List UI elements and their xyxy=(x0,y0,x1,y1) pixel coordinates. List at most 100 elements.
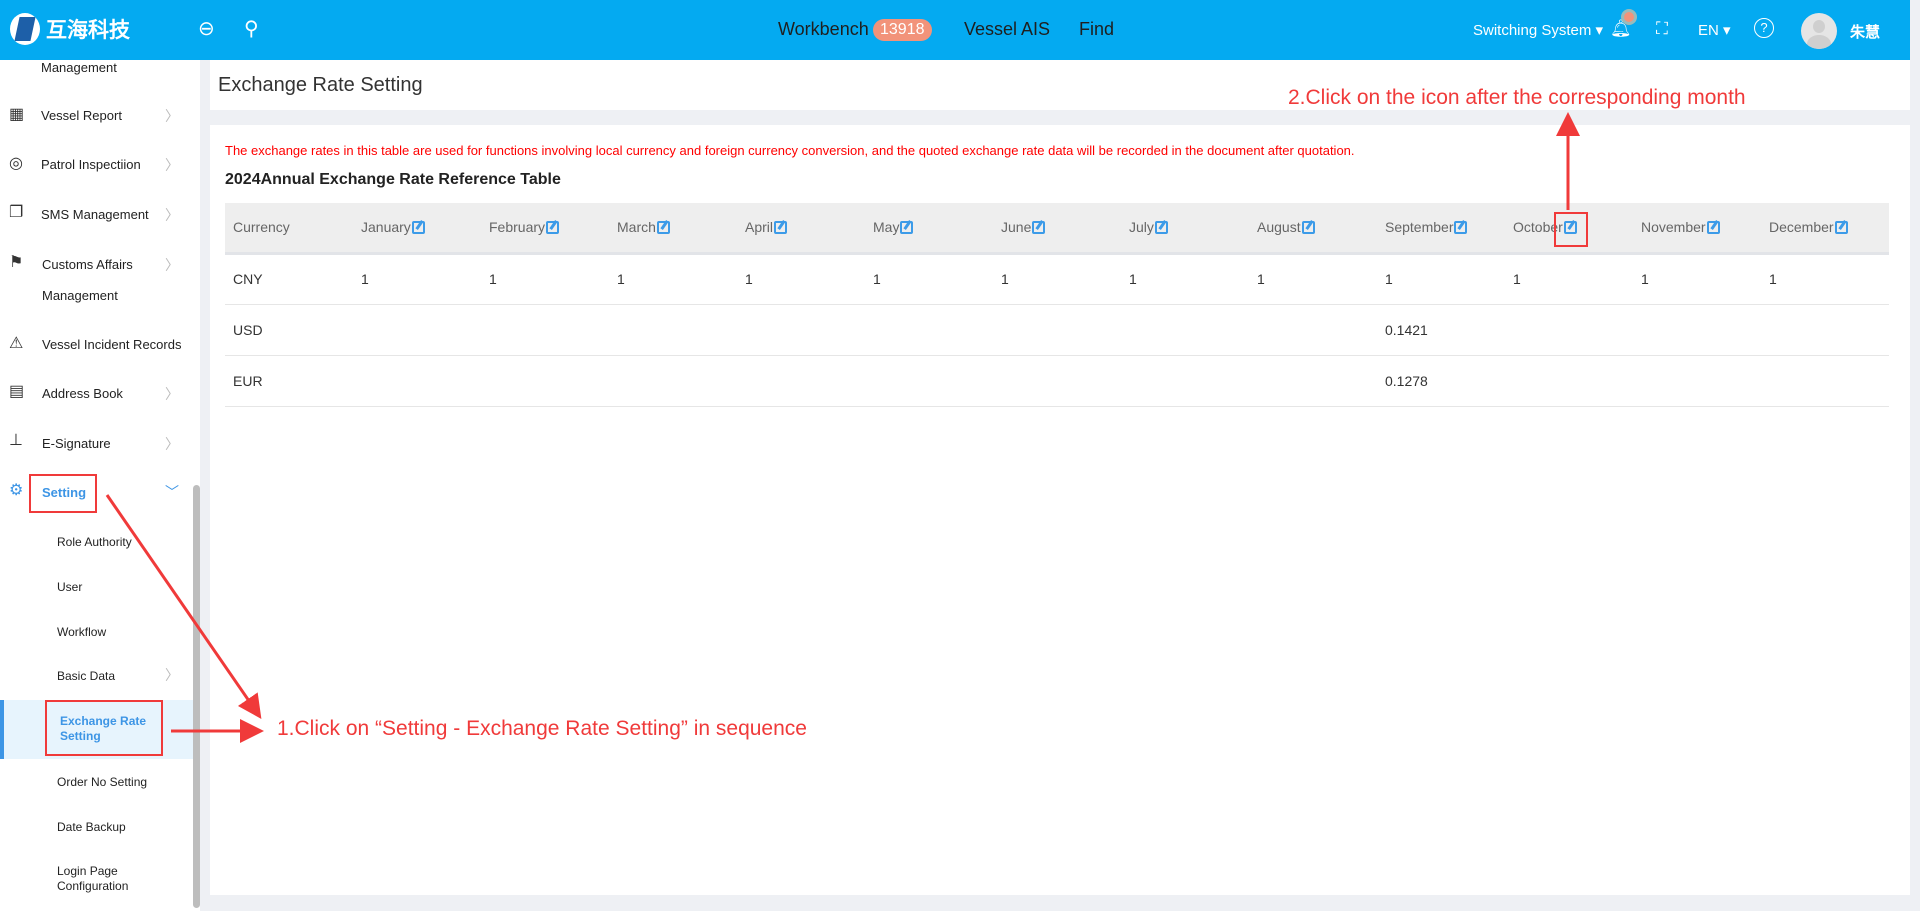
sidebar-subitem-workflow[interactable]: Workflow xyxy=(57,625,106,639)
sidebar-subitem-order-no-setting[interactable]: Order No Setting xyxy=(57,775,147,789)
calendar-icon: ▦ xyxy=(9,106,25,123)
avatar[interactable] xyxy=(1801,13,1837,49)
chevron-right-icon: 〉 xyxy=(165,108,179,124)
edit-icon[interactable] xyxy=(1301,221,1315,235)
table-cell: 0.1278 xyxy=(1377,355,1505,407)
check-circle-icon: ◎ xyxy=(9,155,23,172)
column-header-august: August xyxy=(1249,203,1377,255)
language-dropdown[interactable]: EN ▾ xyxy=(1698,21,1731,39)
table-cell xyxy=(737,304,865,356)
sidebar-subitem-user[interactable]: User xyxy=(57,580,82,594)
notification-dot xyxy=(1624,12,1634,22)
help-icon[interactable]: ? xyxy=(1754,18,1774,38)
table-cell: 1 xyxy=(865,253,993,305)
column-header-label: July xyxy=(1129,219,1154,236)
column-header-june: June xyxy=(993,203,1121,255)
column-header-label: December xyxy=(1769,219,1834,236)
nav-vessel-ais[interactable]: Vessel AIS xyxy=(964,19,1050,40)
sidebar-item-vessel-report[interactable]: Vessel Report xyxy=(41,108,122,123)
table-cell xyxy=(1121,304,1249,356)
column-header-november: November xyxy=(1633,203,1761,255)
sidebar-scrollbar[interactable] xyxy=(193,485,200,908)
language-label: EN xyxy=(1698,22,1719,39)
info-note: The exchange rates in this table are use… xyxy=(225,143,1355,158)
column-header-label: August xyxy=(1257,219,1301,236)
table-cell xyxy=(1249,304,1377,356)
edit-icon[interactable] xyxy=(1032,221,1046,235)
sidebar-item-patrol-inspection[interactable]: Patrol Inspectiion xyxy=(41,157,141,172)
page-title: Exchange Rate Setting xyxy=(218,74,423,96)
sidebar-subitem-date-backup[interactable]: Date Backup xyxy=(57,820,126,834)
column-header-september: September xyxy=(1377,203,1505,255)
stamp-icon: ⊥ xyxy=(9,432,23,449)
table-cell: 1 xyxy=(1505,253,1633,305)
column-header-march: March xyxy=(609,203,737,255)
table-cell xyxy=(1505,355,1633,407)
table-cell: EUR xyxy=(225,355,353,407)
column-header-label: February xyxy=(489,219,546,236)
table-cell xyxy=(481,355,609,407)
search-icon[interactable]: ⚲ xyxy=(244,18,259,40)
logo-text: 互海科技 xyxy=(46,19,130,42)
column-header-currency: Currency xyxy=(225,203,353,255)
table-cell xyxy=(865,355,993,407)
edit-icon[interactable] xyxy=(1834,221,1848,235)
table-cell xyxy=(993,355,1121,407)
user-name[interactable]: 朱慧 xyxy=(1850,21,1880,42)
column-header-february: February xyxy=(481,203,609,255)
nav-find[interactable]: Find xyxy=(1079,19,1114,40)
sidebar-subitem-role-authority[interactable]: Role Authority xyxy=(57,535,132,549)
table-cell xyxy=(1761,304,1889,356)
edit-icon[interactable] xyxy=(1706,221,1720,235)
chevron-right-icon: 〉 xyxy=(165,207,179,223)
sidebar-item-vessel-incident-records[interactable]: Vessel Incident Records xyxy=(42,337,181,352)
logo[interactable]: 互海科技 xyxy=(10,13,130,45)
table-cell: 1 xyxy=(1761,253,1889,305)
table-cell xyxy=(993,304,1121,356)
sidebar-item-customs-affairs-line2[interactable]: Management xyxy=(42,288,118,303)
edit-icon[interactable] xyxy=(1154,221,1168,235)
table-cell: 1 xyxy=(481,253,609,305)
table-cell xyxy=(353,355,481,407)
sidebar-item-customs-affairs[interactable]: Customs Affairs xyxy=(42,257,133,272)
sidebar-item-management[interactable]: Management xyxy=(41,60,117,75)
annotation-step1: 1.Click on “Setting - Exchange Rate Sett… xyxy=(277,717,807,740)
nav-workbench[interactable]: Workbench xyxy=(778,19,869,40)
table-cell xyxy=(1249,355,1377,407)
column-header-label: January xyxy=(361,219,411,236)
back-circle-icon[interactable]: ⊖ xyxy=(198,18,215,40)
column-header-label: September xyxy=(1385,219,1454,236)
edit-icon[interactable] xyxy=(546,221,560,235)
column-header-label: June xyxy=(1001,219,1032,236)
column-header-may: May xyxy=(865,203,993,255)
sidebar-item-e-signature[interactable]: E-Signature xyxy=(42,436,111,451)
sidebar-item-address-book[interactable]: Address Book xyxy=(42,386,123,401)
table-cell: CNY xyxy=(225,253,353,305)
table-header-row: Currency January February March April May June… xyxy=(225,203,1889,255)
switching-system-dropdown[interactable]: Switching System ▾ xyxy=(1473,21,1603,39)
sidebar-item-sms-management[interactable]: SMS Management xyxy=(41,207,149,222)
table-cell xyxy=(1505,304,1633,356)
table-cell xyxy=(1633,355,1761,407)
fullscreen-icon[interactable]: ⛶ xyxy=(1656,18,1668,40)
sidebar-subitem-login-page-configuration-line2[interactable]: Configuration xyxy=(57,879,128,893)
edit-icon[interactable] xyxy=(656,221,670,235)
table-cell: 0.1421 xyxy=(1377,304,1505,356)
edit-icon[interactable] xyxy=(900,221,914,235)
column-header-label: April xyxy=(745,219,774,236)
table-cell: 1 xyxy=(1121,253,1249,305)
edit-icon[interactable] xyxy=(1454,221,1468,235)
sidebar-subitem-login-page-configuration[interactable]: Login Page xyxy=(57,864,118,878)
table-cell xyxy=(1633,304,1761,356)
sidebar-subitem-basic-data[interactable]: Basic Data xyxy=(57,669,115,683)
column-header-label: May xyxy=(873,219,900,236)
chevron-right-icon: 〉 xyxy=(165,257,179,273)
edit-icon[interactable] xyxy=(774,221,788,235)
top-header: 互海科技 ⊖ ⚲ Workbench 13918 Vessel AIS Find… xyxy=(0,0,1910,60)
edit-icon[interactable] xyxy=(411,221,425,235)
table-row: USD 0.1421 xyxy=(225,304,1889,356)
switching-system-label: Switching System xyxy=(1473,22,1592,39)
table-cell xyxy=(737,355,865,407)
table-title: 2024Annual Exchange Rate Reference Table xyxy=(225,171,561,188)
highlight-box-exchange-rate xyxy=(45,700,163,756)
